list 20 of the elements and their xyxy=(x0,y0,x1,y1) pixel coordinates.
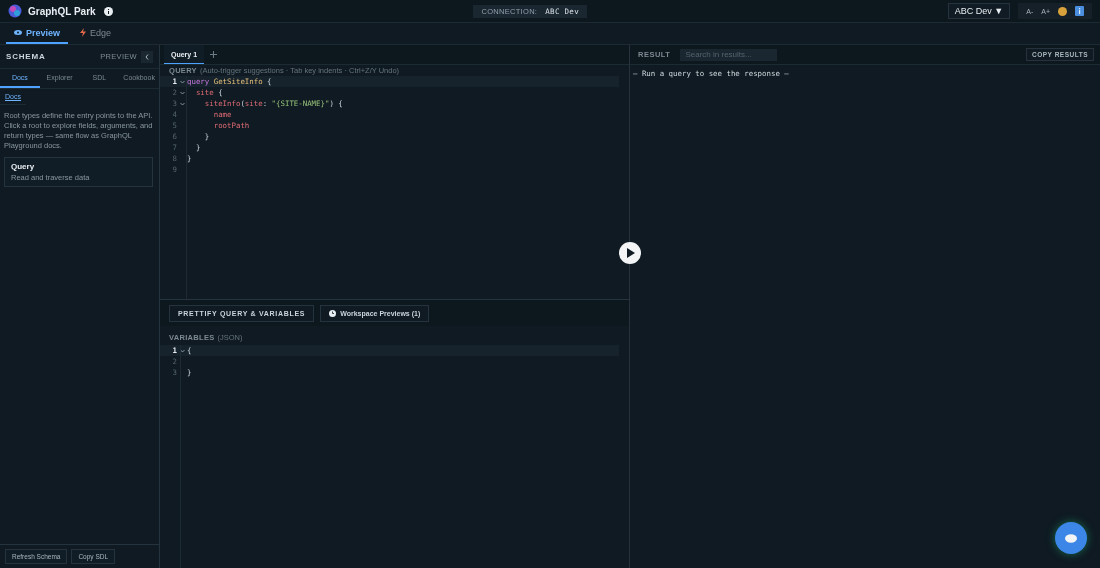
collapse-button[interactable] xyxy=(141,50,153,63)
app-title: GraphQL Park xyxy=(28,5,96,17)
add-tab-icon[interactable] xyxy=(210,51,218,58)
logo-icon xyxy=(8,4,22,18)
environment-select[interactable]: ABC Dev ▼ xyxy=(947,3,1011,19)
fold-caret-icon[interactable] xyxy=(179,348,185,353)
root-type-name: Query xyxy=(11,162,36,171)
bolt-icon xyxy=(80,28,87,37)
chat-button[interactable] xyxy=(1055,522,1087,554)
mode-tab[interactable]: Edge xyxy=(72,23,120,44)
chat-bubble-icon xyxy=(1065,533,1077,543)
theme-toggle-icon[interactable] xyxy=(1058,6,1067,16)
info-icon[interactable] xyxy=(103,6,113,16)
play-icon xyxy=(625,248,635,258)
info-panel-icon[interactable] xyxy=(1075,6,1084,16)
chevron-left-icon xyxy=(145,53,149,60)
eye-icon xyxy=(14,30,22,35)
clock-icon xyxy=(329,309,337,317)
schema-title: SCHEMA xyxy=(6,52,46,61)
run-query-button[interactable] xyxy=(619,242,641,264)
